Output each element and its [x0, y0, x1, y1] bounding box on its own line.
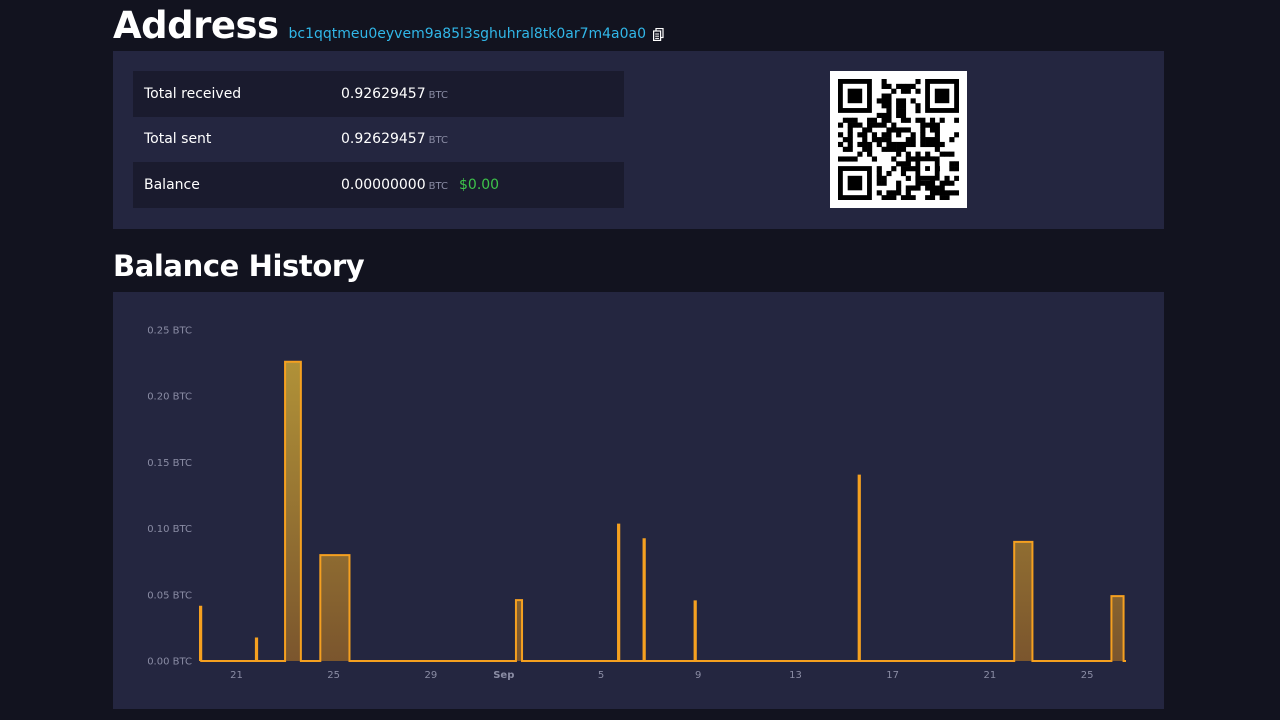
- y-tick-label: 0.05 BTC: [147, 590, 192, 601]
- x-tick-label: 5: [598, 670, 604, 681]
- amount: 0.00000000: [341, 176, 426, 193]
- y-tick-label: 0.10 BTC: [147, 524, 192, 535]
- amount: 0.92629457: [341, 85, 426, 102]
- summary-row-total-received: Total received 0.92629457 BTC: [133, 71, 624, 117]
- balance-bar: [859, 476, 860, 661]
- y-tick-label: 0.20 BTC: [147, 392, 192, 403]
- summary-row-total-sent: Total sent 0.92629457 BTC: [133, 117, 624, 163]
- copy-icon[interactable]: [653, 27, 664, 41]
- address-hash[interactable]: bc1qqtmeu0eyvem9a85l3sghuhral8tk0ar7m4a0…: [289, 26, 665, 42]
- qr-code-graphic: [838, 79, 959, 200]
- address-summary-card: Total received 0.92629457 BTC Total sent …: [113, 51, 1164, 229]
- unit: BTC: [428, 89, 448, 101]
- balance-bar: [320, 555, 349, 661]
- amount: 0.92629457: [341, 131, 426, 148]
- x-tick-label: 25: [1081, 670, 1094, 681]
- balance-bar: [618, 525, 619, 661]
- summary-label: Balance: [133, 162, 341, 208]
- balance-bar: [285, 362, 301, 661]
- summary-label: Total sent: [144, 131, 212, 148]
- x-tick-label: Sep: [493, 670, 514, 681]
- summary-value: 0.92629457 BTC: [341, 117, 624, 163]
- balance-bar: [1111, 596, 1123, 661]
- x-tick-label: 13: [789, 670, 802, 681]
- summary-value: 0.92629457 BTC: [341, 71, 624, 117]
- balance-bar: [644, 539, 645, 661]
- x-tick-label: 17: [886, 670, 899, 681]
- unit: BTC: [428, 135, 448, 147]
- balance-history-chart: 0.00 BTC 0.05 BTC 0.10 BTC 0.15 BTC 0.20 BTC…: [113, 292, 1164, 709]
- balance-bar: [1014, 542, 1032, 661]
- balance-bar: [256, 638, 257, 661]
- fiat-value: $0.00: [459, 176, 500, 193]
- y-tick-label: 0.25 BTC: [147, 326, 192, 337]
- balance-history-title: Balance History: [113, 249, 365, 283]
- qr-code-icon: [830, 71, 967, 208]
- summary-label: Total received: [133, 71, 341, 117]
- y-tick-label: 0.00 BTC: [147, 657, 192, 668]
- summary-row-balance: Balance 0.00000000 BTC $0.00: [133, 162, 624, 208]
- address-text[interactable]: bc1qqtmeu0eyvem9a85l3sghuhral8tk0ar7m4a0…: [289, 26, 647, 42]
- x-tick-label: 25: [327, 670, 340, 681]
- page-title: Address: [113, 4, 279, 47]
- x-tick-label: 21: [984, 670, 997, 681]
- summary-table: Total received 0.92629457 BTC Total sent …: [133, 71, 624, 208]
- balance-bar: [695, 601, 696, 661]
- chart-canvas: 0.00 BTC 0.05 BTC 0.10 BTC 0.15 BTC 0.20 BTC…: [147, 326, 1126, 681]
- balance-bar: [200, 607, 201, 661]
- summary-value: 0.00000000 BTC $0.00: [341, 162, 624, 208]
- page-header: Address bc1qqtmeu0eyvem9a85l3sghuhral8tk…: [113, 0, 664, 50]
- unit: BTC: [428, 180, 448, 192]
- x-tick-label: 9: [695, 670, 701, 681]
- y-tick-label: 0.15 BTC: [147, 458, 192, 469]
- x-tick-label: 29: [425, 670, 438, 681]
- x-tick-label: 21: [230, 670, 243, 681]
- balance-bar: [516, 600, 522, 661]
